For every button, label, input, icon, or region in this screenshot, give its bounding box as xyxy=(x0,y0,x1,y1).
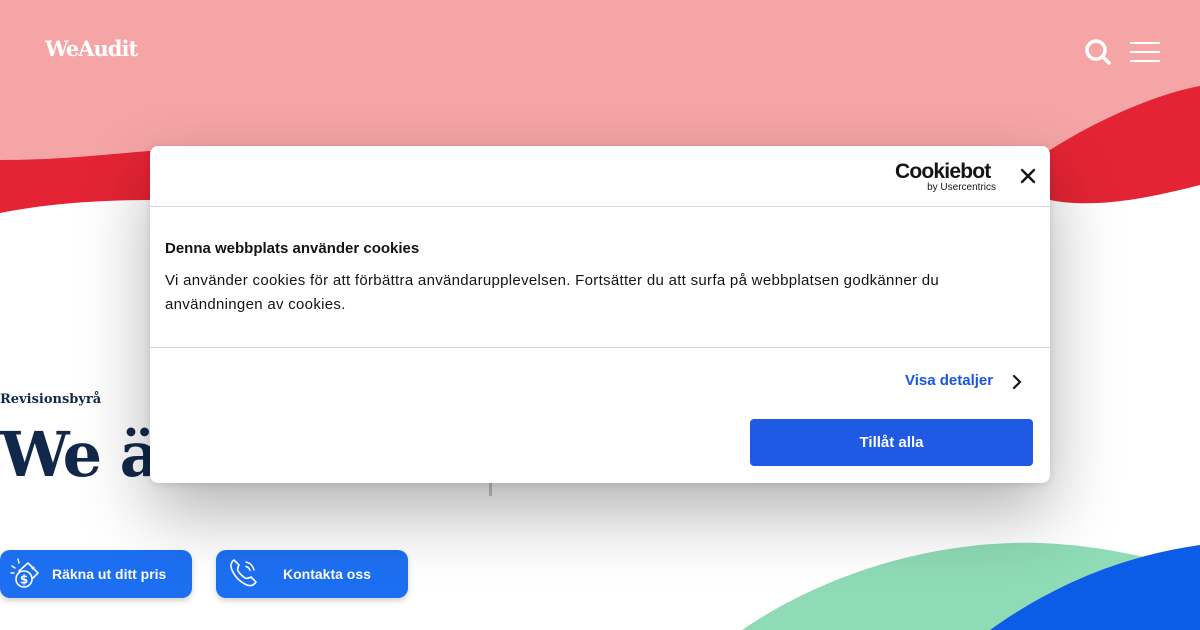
close-icon[interactable] xyxy=(1019,167,1037,185)
cookie-dialog-title: Denna webbplats använder cookies xyxy=(165,240,420,257)
hero-eyebrow: Revisionsbyrå xyxy=(0,392,102,407)
phone-icon xyxy=(230,559,257,587)
contact-label: Kontakta oss xyxy=(283,566,371,582)
cookie-consent-dialog: Cookiebot by Usercentrics Denna webbplat… xyxy=(150,146,1050,483)
chevron-right-icon[interactable] xyxy=(1011,374,1023,390)
svg-text:$: $ xyxy=(20,573,28,587)
price-tag-icon: $ xyxy=(10,558,39,588)
hero-title: We ä xyxy=(0,418,160,491)
contact-button[interactable]: Kontakta oss xyxy=(216,550,408,598)
price-calculator-label: Räkna ut ditt pris xyxy=(52,566,167,582)
cookiebot-brand-sub: by Usercentrics xyxy=(927,182,996,193)
site-header: WeAudit xyxy=(0,0,1200,100)
cookie-dialog-text: Vi använder cookies för att förbättra an… xyxy=(165,272,940,313)
cookiebot-brand-name: Cookiebot xyxy=(895,160,991,183)
show-details-link[interactable]: Visa detaljer xyxy=(905,372,993,389)
site-logo[interactable]: WeAudit xyxy=(45,36,138,61)
cookiebot-logo: Cookiebot by Usercentrics xyxy=(895,160,1000,194)
search-icon[interactable] xyxy=(1084,38,1112,66)
price-calculator-button[interactable]: $ Räkna ut ditt pris xyxy=(0,550,192,598)
allow-all-button[interactable]: Tillåt alla xyxy=(750,419,1033,466)
cookie-dialog-header: Cookiebot by Usercentrics xyxy=(150,146,1050,207)
cookie-dialog-body: Denna webbplats använder cookies Vi anvä… xyxy=(150,207,1050,348)
menu-icon[interactable] xyxy=(1129,41,1161,63)
